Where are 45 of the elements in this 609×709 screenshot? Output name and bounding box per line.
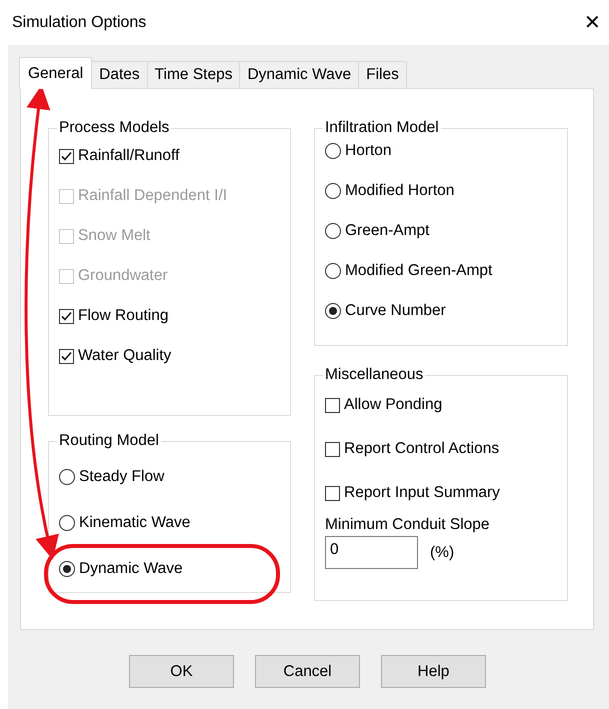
- radio-label: Modified Horton: [345, 182, 454, 200]
- dialog-button[interactable]: Cancel: [255, 655, 360, 688]
- checkbox-label: Allow Ponding: [344, 396, 442, 414]
- radio-button[interactable]: [59, 469, 75, 485]
- radio-button[interactable]: [59, 515, 75, 531]
- checkbox-label: Rainfall/Runoff: [78, 147, 180, 165]
- checkbox[interactable]: [325, 442, 340, 456]
- checkbox-label: Flow Routing: [78, 307, 168, 325]
- group-title: Process Models: [58, 119, 170, 137]
- tab[interactable]: Files: [358, 61, 407, 88]
- radio-button[interactable]: [325, 183, 341, 199]
- checkbox[interactable]: [59, 148, 74, 164]
- checkbox[interactable]: [325, 486, 340, 500]
- radio-button[interactable]: [325, 143, 341, 159]
- checkbox-label: Groundwater: [78, 267, 168, 285]
- checkbox-label: Rainfall Dependent I/I: [78, 187, 228, 205]
- dialog-button[interactable]: Help: [381, 655, 486, 688]
- checkbox[interactable]: [59, 308, 74, 324]
- checkbox-label: Water Quality: [78, 347, 172, 365]
- checkbox-label: Snow Melt: [78, 227, 150, 245]
- radio-label: Dynamic Wave: [79, 560, 183, 578]
- group-title: Routing Model: [58, 432, 160, 450]
- checkbox-label: Report Control Actions: [344, 440, 500, 458]
- radio-label: Curve Number: [345, 302, 446, 320]
- radio-label: Modified Green-Ampt: [345, 262, 492, 280]
- radio-label: Steady Flow: [79, 468, 164, 486]
- radio-button[interactable]: [59, 561, 75, 577]
- field-label: Minimum Conduit Slope: [325, 516, 491, 534]
- window-title: Simulation Options: [12, 14, 146, 32]
- slope-input-field[interactable]: 0: [325, 536, 418, 569]
- radio-label: Green-Ampt: [345, 222, 430, 240]
- checkbox-label: Report Input Summary: [344, 484, 500, 502]
- radio-button[interactable]: [325, 263, 341, 279]
- group-title: Miscellaneous: [324, 366, 424, 384]
- close-button[interactable]: ✕: [584, 12, 601, 32]
- tab[interactable]: General: [19, 57, 92, 89]
- unit-label: (%): [430, 544, 454, 562]
- group-title: Infiltration Model: [324, 119, 440, 137]
- radio-label: Horton: [345, 142, 392, 160]
- radio-label: Kinematic Wave: [79, 514, 190, 532]
- dialog-button[interactable]: OK: [129, 655, 234, 688]
- radio-button[interactable]: [325, 223, 341, 239]
- checkbox[interactable]: [59, 348, 74, 364]
- checkbox[interactable]: [325, 398, 340, 412]
- radio-button[interactable]: [325, 303, 341, 319]
